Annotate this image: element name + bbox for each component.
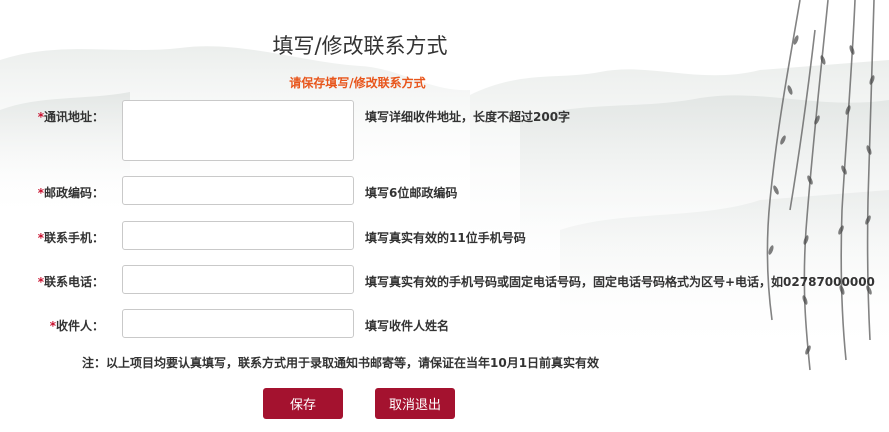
- address-hint: 填写详细收件地址，长度不超过200字: [365, 110, 571, 124]
- address-field[interactable]: [122, 100, 354, 161]
- recipient-field[interactable]: [122, 309, 354, 338]
- phone-field[interactable]: [122, 265, 354, 294]
- postal-code-label: *邮政编码：: [38, 184, 104, 201]
- phone-label-text: 联系电话：: [43, 275, 104, 289]
- recipient-hint: 填写收件人姓名: [365, 319, 450, 333]
- cancel-button[interactable]: 取消退出: [375, 388, 455, 419]
- recipient-label-text: 收件人：: [55, 319, 104, 333]
- mobile-field[interactable]: [122, 221, 354, 250]
- save-button[interactable]: 保存: [263, 388, 343, 419]
- postal-code-field[interactable]: [122, 176, 354, 205]
- mobile-label-text: 联系手机：: [43, 231, 104, 245]
- phone-label: *联系电话：: [38, 273, 104, 290]
- address-label-text: 通讯地址：: [43, 110, 104, 124]
- form-note: 注：以上项目均要认真填写，联系方式用于录取通知书邮寄等，请保证在当年10月1日前…: [82, 356, 600, 370]
- mobile-hint: 填写真实有效的11位手机号码: [365, 231, 526, 245]
- page-title: 填写/修改联系方式: [272, 34, 448, 58]
- mobile-label: *联系手机：: [38, 229, 104, 246]
- postal-code-hint: 填写6位邮政编码: [365, 186, 458, 200]
- phone-hint: 填写真实有效的手机号码或固定电话号码，固定电话号码格式为区号+电话，如02787…: [365, 275, 875, 289]
- recipient-label: *收件人：: [50, 317, 104, 334]
- page-subtitle: 请保存填写/修改联系方式: [289, 76, 426, 90]
- postal-code-label-text: 邮政编码：: [43, 186, 104, 200]
- address-label: *通讯地址：: [38, 108, 104, 125]
